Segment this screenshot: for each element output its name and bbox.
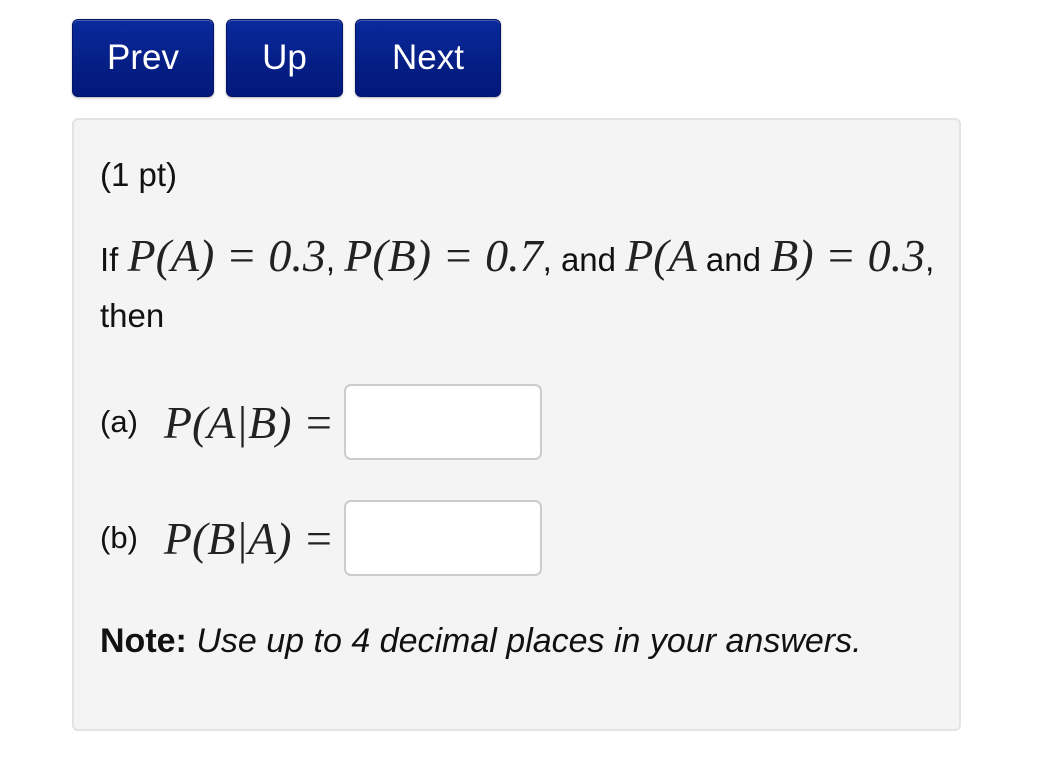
part-a-label: (a): [100, 404, 138, 439]
answer-a-input[interactable]: [344, 384, 543, 460]
part-b: (b) P(B|A) =: [100, 500, 543, 576]
and-inner-text: and: [705, 241, 761, 278]
math-prob-b: P(B) = 0.7: [344, 230, 543, 281]
prev-button[interactable]: Prev: [72, 19, 214, 97]
and-text: , and: [542, 241, 617, 278]
part-a: (a) P(A|B) =: [100, 384, 543, 460]
note-label: Note:: [100, 622, 187, 660]
separator: ,: [325, 241, 336, 278]
navigation-bar: Prev Up Next: [72, 19, 501, 97]
next-button[interactable]: Next: [355, 19, 501, 97]
math-prob-a: P(A) = 0.3: [127, 230, 326, 281]
note: Note: Use up to 4 decimal places in your…: [100, 622, 862, 661]
math-prob-ab-close: B) = 0.3: [770, 230, 926, 281]
part-b-label: (b): [100, 520, 138, 555]
math-prob-ab-open: P(A: [625, 230, 697, 281]
points-label: (1 pt): [100, 156, 178, 193]
answer-b-input[interactable]: [344, 500, 543, 576]
intro-text: If: [100, 241, 119, 278]
part-a-expression: P(A|B) =: [163, 396, 335, 448]
part-b-expression: P(B|A) =: [163, 512, 335, 564]
up-button[interactable]: Up: [226, 19, 343, 97]
problem-panel: (1 pt) If P(A) = 0.3, P(B) = 0.7, and P(…: [72, 118, 961, 731]
problem-statement: If P(A) = 0.3, P(B) = 0.7, and P(A and B…: [100, 228, 950, 344]
note-text: Use up to 4 decimal places in your answe…: [196, 622, 862, 660]
